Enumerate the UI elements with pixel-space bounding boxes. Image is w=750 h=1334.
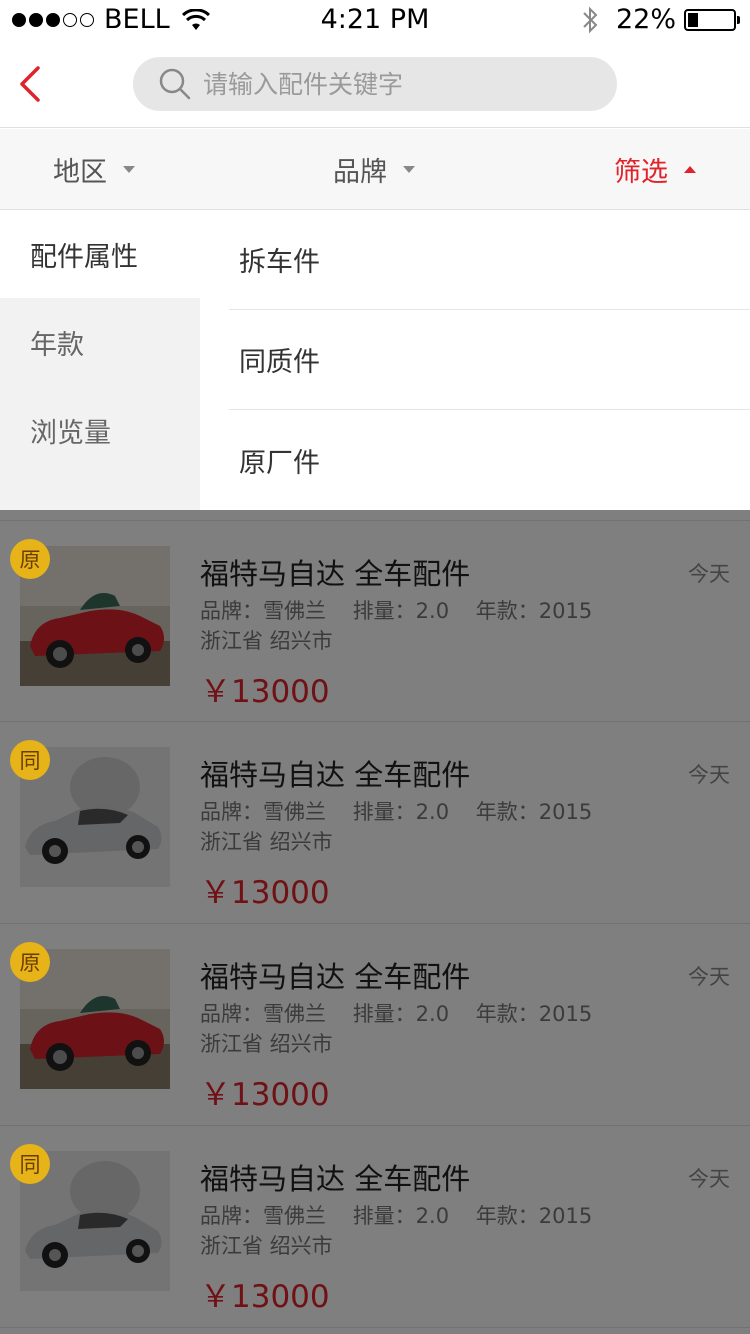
filter-region-label: 地区 — [53, 156, 107, 188]
caret-down-icon — [403, 165, 415, 173]
bluetooth-icon — [583, 6, 598, 33]
filter-category-list: 配件属性 年款 浏览量 — [0, 210, 200, 510]
condition-badge: 原 — [10, 942, 50, 982]
battery-percent: 22% — [615, 4, 676, 35]
filter-screen[interactable]: 筛选 — [614, 129, 696, 209]
filter-category-attribute[interactable]: 配件属性 — [0, 210, 200, 298]
condition-badge: 同 — [10, 740, 50, 780]
search-icon — [159, 68, 191, 100]
status-bar: BELL 4:21 PM 22% — [0, 0, 750, 40]
caret-up-icon — [684, 165, 696, 173]
filter-option-oem[interactable]: 原厂件 — [229, 410, 750, 510]
condition-badge: 同 — [10, 1144, 50, 1184]
dim-overlay[interactable] — [0, 510, 750, 1334]
filter-option-equivalent[interactable]: 同质件 — [229, 310, 750, 410]
filter-screen-label: 筛选 — [614, 156, 668, 188]
filter-region[interactable]: 地区 — [53, 129, 135, 209]
battery-icon — [684, 8, 740, 31]
filter-category-views[interactable]: 浏览量 — [0, 386, 200, 474]
filter-option-dismantled[interactable]: 拆车件 — [229, 210, 750, 310]
nav-bar — [0, 40, 750, 128]
filter-brand-label: 品牌 — [333, 156, 387, 188]
condition-badge: 原 — [10, 539, 50, 579]
search-input[interactable] — [203, 69, 603, 99]
status-right: 22% — [580, 4, 740, 35]
filter-dropdown-panel: 配件属性 年款 浏览量 拆车件 同质件 原厂件 — [0, 210, 750, 510]
caret-down-icon — [123, 165, 135, 173]
filter-option-list: 拆车件 同质件 原厂件 — [229, 210, 750, 510]
filter-bar: 地区 品牌 筛选 — [0, 129, 750, 210]
search-bar[interactable] — [133, 57, 617, 111]
filter-brand[interactable]: 品牌 — [333, 129, 415, 209]
filter-category-year[interactable]: 年款 — [0, 298, 200, 386]
back-button[interactable] — [14, 62, 48, 106]
